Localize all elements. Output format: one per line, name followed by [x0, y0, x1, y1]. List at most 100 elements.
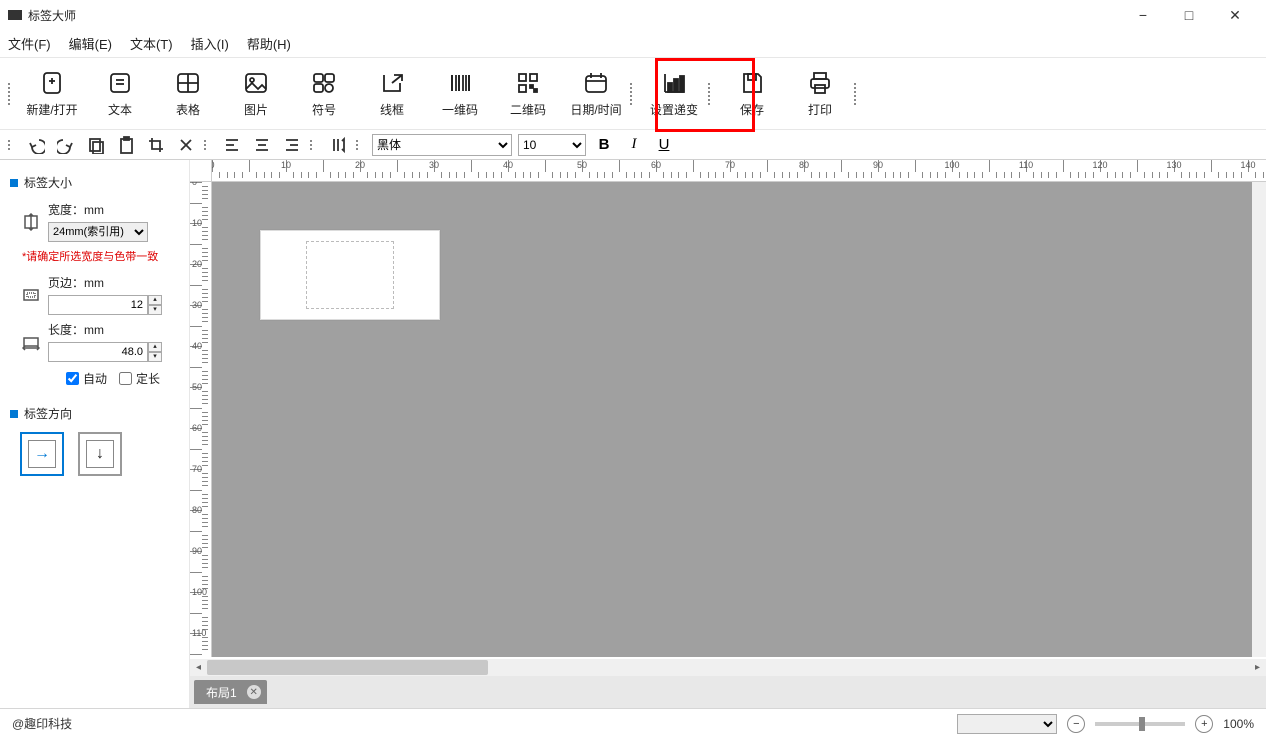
- zoom-out-button[interactable]: −: [1067, 715, 1085, 733]
- font-select[interactable]: 黑体: [372, 134, 512, 156]
- vertical-scrollbar[interactable]: [1252, 182, 1266, 657]
- frame-button[interactable]: 线框: [358, 64, 426, 124]
- toolbar2-grip-2: [204, 136, 206, 154]
- image-button[interactable]: 图片: [222, 64, 290, 124]
- horizontal-scrollbar[interactable]: ◂ ▸: [190, 659, 1266, 676]
- align-center-button[interactable]: [250, 133, 274, 157]
- barcode1d-icon: [446, 69, 474, 97]
- table-button[interactable]: 表格: [154, 64, 222, 124]
- margin-icon: [22, 286, 40, 304]
- increment-label: 设置递变: [650, 101, 698, 118]
- length-icon: [22, 333, 40, 351]
- width-label: 宽度：mm: [48, 201, 148, 218]
- status-select[interactable]: [957, 714, 1057, 734]
- company-label: @趣印科技: [12, 715, 72, 732]
- maximize-button[interactable]: □: [1166, 0, 1212, 30]
- menu-text[interactable]: 文本(T): [130, 34, 173, 53]
- minimize-button[interactable]: −: [1120, 0, 1166, 30]
- bold-button[interactable]: B: [592, 133, 616, 157]
- delete-button[interactable]: [174, 133, 198, 157]
- undo-icon: [27, 136, 45, 154]
- new-open-icon: [38, 69, 66, 97]
- margin-spinner[interactable]: ▴▾: [148, 295, 162, 315]
- align-left-button[interactable]: [220, 133, 244, 157]
- orient-vertical-button[interactable]: ↓: [78, 432, 122, 476]
- auto-checkbox[interactable]: 自动: [66, 370, 107, 387]
- menu-edit[interactable]: 编辑(E): [69, 34, 112, 53]
- orient-horizontal-button[interactable]: →: [20, 432, 64, 476]
- menu-insert[interactable]: 插入(I): [191, 34, 229, 53]
- length-spinner[interactable]: ▴▾: [148, 342, 162, 362]
- barcode2d-icon: [514, 69, 542, 97]
- crop-icon: [147, 136, 165, 154]
- zoom-slider[interactable]: [1095, 722, 1185, 726]
- text-label: 文本: [108, 101, 132, 118]
- titlebar: 标签大师 − □ ✕: [0, 0, 1266, 30]
- scroll-left-button[interactable]: ◂: [190, 659, 207, 676]
- tab-layout1[interactable]: 布局1 ✕: [194, 680, 267, 704]
- redo-button[interactable]: [54, 133, 78, 157]
- new-open-button[interactable]: 新建/打开: [18, 64, 86, 124]
- align-center-icon: [253, 136, 271, 154]
- canvas-area[interactable]: [212, 182, 1252, 657]
- text-button[interactable]: 文本: [86, 64, 154, 124]
- menu-help[interactable]: 帮助(H): [247, 34, 291, 53]
- label-editable-area[interactable]: [306, 241, 394, 309]
- new-open-label: 新建/打开: [26, 101, 77, 118]
- barcode1d-button[interactable]: 一维码: [426, 64, 494, 124]
- frame-label: 线框: [380, 101, 404, 118]
- frame-icon: [378, 69, 406, 97]
- align-right-icon: [283, 136, 301, 154]
- main-toolbar: 新建/打开 文本 表格 图片 符号 线框 一维码 二维码 日期/时间 设置递变 …: [0, 58, 1266, 130]
- close-button[interactable]: ✕: [1212, 0, 1258, 30]
- vertical-text-button[interactable]: [326, 133, 350, 157]
- fixed-checkbox[interactable]: 定长: [119, 370, 160, 387]
- save-label: 保存: [740, 101, 764, 118]
- italic-button[interactable]: I: [622, 133, 646, 157]
- copy-button[interactable]: [84, 133, 108, 157]
- statusbar: @趣印科技 − + 100%: [0, 708, 1266, 738]
- orient-section-header: 标签方向: [10, 405, 179, 422]
- zoom-in-button[interactable]: +: [1195, 715, 1213, 733]
- label-paper[interactable]: [260, 230, 440, 320]
- align-right-button[interactable]: [280, 133, 304, 157]
- app-icon: [8, 10, 22, 20]
- image-icon: [242, 69, 270, 97]
- width-select[interactable]: 24mm(索引用): [48, 222, 148, 242]
- print-button[interactable]: 打印: [786, 64, 854, 124]
- save-icon: [738, 69, 766, 97]
- size-select[interactable]: 10: [518, 134, 586, 156]
- redo-icon: [57, 136, 75, 154]
- align-left-icon: [223, 136, 241, 154]
- delete-icon: [177, 136, 195, 154]
- format-toolbar: 黑体 10 B I U: [0, 130, 1266, 160]
- tab-close-button[interactable]: ✕: [247, 685, 261, 699]
- crop-button[interactable]: [144, 133, 168, 157]
- underline-button[interactable]: U: [652, 133, 676, 157]
- increment-button[interactable]: 设置递变: [640, 64, 708, 124]
- print-label: 打印: [808, 101, 832, 118]
- paste-button[interactable]: [114, 133, 138, 157]
- save-button[interactable]: 保存: [718, 64, 786, 124]
- vertical-ruler: 0102030405060708090100110: [190, 182, 212, 657]
- width-icon: [22, 213, 40, 231]
- paste-icon: [117, 136, 135, 154]
- symbol-button[interactable]: 符号: [290, 64, 358, 124]
- datetime-label: 日期/时间: [570, 101, 621, 118]
- toolbar-grip-3: [708, 74, 710, 114]
- undo-button[interactable]: [24, 133, 48, 157]
- canvas-wrap: 0102030405060708090100110120130140 01020…: [190, 160, 1266, 708]
- width-warning: *请确定所选宽度与色带一致: [22, 248, 179, 264]
- length-input[interactable]: [48, 342, 148, 362]
- scroll-right-button[interactable]: ▸: [1249, 659, 1266, 676]
- scroll-thumb[interactable]: [207, 660, 488, 675]
- menubar: 文件(F) 编辑(E) 文本(T) 插入(I) 帮助(H): [0, 30, 1266, 58]
- app-title: 标签大师: [28, 7, 76, 24]
- datetime-button[interactable]: 日期/时间: [562, 64, 630, 124]
- table-label: 表格: [176, 101, 200, 118]
- menu-file[interactable]: 文件(F): [8, 34, 51, 53]
- margin-input[interactable]: [48, 295, 148, 315]
- copy-icon: [87, 136, 105, 154]
- length-label: 长度：mm: [48, 321, 162, 338]
- barcode2d-button[interactable]: 二维码: [494, 64, 562, 124]
